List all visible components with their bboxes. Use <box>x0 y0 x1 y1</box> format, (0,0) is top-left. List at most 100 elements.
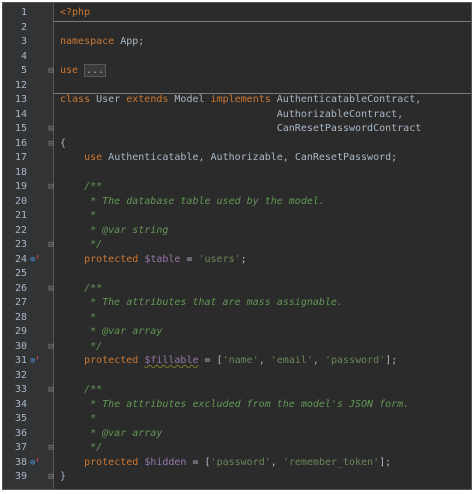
code-line[interactable]: 16 ⊟ { <box>3 137 471 152</box>
code-token: /** <box>60 181 103 192</box>
code-text: /** <box>60 383 471 398</box>
code-text: protected $table = 'users'; <box>60 253 471 268</box>
code-token: } <box>60 471 67 482</box>
override-marker-icon[interactable]: ⊚↑ <box>30 354 42 369</box>
code-text: */ <box>60 238 471 253</box>
line-number: 1 <box>20 7 27 18</box>
code-token: extends <box>126 94 169 105</box>
code-token: 'password' <box>210 456 271 468</box>
code-token: <?php <box>60 7 91 18</box>
code-line[interactable]: 32 <box>3 369 471 384</box>
line-number: 38 <box>14 456 27 468</box>
code-line[interactable]: 27 * The attributes that are mass assign… <box>3 296 471 311</box>
code-line[interactable]: 22 * @var string <box>3 224 471 239</box>
code-line[interactable]: 33 ⊟ /** <box>3 383 471 398</box>
code-line[interactable]: 36 * @var array <box>3 427 471 442</box>
code-line[interactable]: 24 ⊚↑ protected $table = 'users'; <box>3 253 471 268</box>
code-token: * The database table used by the model. <box>60 195 325 207</box>
code-token: , <box>312 355 325 366</box>
code-line[interactable]: 39 ⊟} <box>3 470 471 485</box>
code-line[interactable]: 3 namespace App; <box>3 35 471 50</box>
fold-toggle-icon[interactable]: ⊟ <box>47 282 55 297</box>
line-number: 3 <box>20 36 27 47</box>
line-number: 32 <box>14 369 27 381</box>
code-token: 'password' <box>324 355 386 366</box>
code-line[interactable]: 18 <box>3 166 471 181</box>
code-text: CanResetPasswordContract <box>60 122 471 137</box>
code-line[interactable]: 21 * <box>3 209 471 224</box>
fold-toggle-icon[interactable]: ⊟ <box>47 180 55 195</box>
line-number: 20 <box>14 195 27 207</box>
code-token: ... <box>84 64 107 77</box>
code-editor[interactable]: 1 <?php 2 3 namespace App; 4 5 ⊟ use ... 12 13 clas… <box>2 2 472 490</box>
code-token: /** <box>60 384 103 395</box>
code-token: protected <box>84 253 139 265</box>
fold-toggle-icon[interactable]: ⊟ <box>47 383 55 398</box>
code-line[interactable]: 26 ⊟ /** <box>3 282 471 297</box>
fold-toggle-icon[interactable]: ⊟ <box>47 137 55 152</box>
code-token: $table <box>144 253 181 265</box>
fold-toggle-icon[interactable]: ⊟ <box>47 122 55 137</box>
fold-toggle-icon[interactable]: ⊟ <box>47 238 55 253</box>
code-line[interactable]: 19 ⊟ /** <box>3 180 471 195</box>
code-line[interactable]: 1 <?php <box>3 6 471 21</box>
code-token: , <box>258 355 271 366</box>
code-line[interactable]: 4 <box>3 50 471 65</box>
code-line[interactable]: 25 <box>3 267 471 282</box>
code-text: AuthorizableContract, <box>60 108 471 123</box>
line-number: 29 <box>14 326 27 337</box>
code-line[interactable]: 37 ⊟ */ <box>3 441 471 456</box>
code-line[interactable]: 15 ⊟ CanResetPasswordContract <box>3 122 471 137</box>
code-text: protected $fillable = ['name', 'email', … <box>60 354 471 369</box>
fold-toggle-icon[interactable]: ⊟ <box>47 64 55 79</box>
code-text: } <box>60 470 471 485</box>
code-token: * @var string <box>60 224 169 236</box>
override-marker-icon[interactable]: ⊚↑ <box>30 253 42 268</box>
code-token: * @var array <box>60 427 163 439</box>
code-text: class User extends Model implements Auth… <box>60 93 471 108</box>
code-line[interactable]: 2 <box>3 21 471 36</box>
code-line[interactable]: 17 use Authenticatable, Authorizable, Ca… <box>3 151 471 166</box>
line-number: 28 <box>14 311 27 323</box>
code-token: use <box>60 65 79 76</box>
line-number: 15 <box>14 123 27 134</box>
fold-toggle-icon[interactable]: ⊟ <box>47 340 55 355</box>
code-text: use Authenticatable, Authorizable, CanRe… <box>60 151 471 166</box>
fold-toggle-icon[interactable]: ⊟ <box>47 470 55 485</box>
line-number: 13 <box>14 94 27 105</box>
code-token: , <box>270 456 283 468</box>
code-text: use ... <box>60 64 471 79</box>
code-text: * The attributes excluded from the model… <box>60 398 471 413</box>
code-text: * The database table used by the model. <box>60 195 471 210</box>
line-number: 30 <box>14 340 27 352</box>
code-token: 'remember_token' <box>282 456 380 468</box>
code-line[interactable]: 35 * <box>3 412 471 427</box>
code-token: $fillable <box>144 355 199 366</box>
code-text: * <box>60 412 471 427</box>
code-line[interactable]: 30 ⊟ */ <box>3 340 471 355</box>
code-token: use <box>84 152 103 163</box>
code-line[interactable]: 38 ⊚↑ protected $hidden = ['password', 'r… <box>3 456 471 471</box>
code-token: = [ <box>186 456 211 468</box>
code-line[interactable]: 28 * <box>3 311 471 326</box>
code-token: implements <box>210 94 271 105</box>
code-line[interactable]: 34 * The attributes excluded from the mo… <box>3 398 471 413</box>
code-line[interactable]: 5 ⊟ use ... <box>3 64 471 79</box>
code-line[interactable]: 29 * @var array <box>3 325 471 340</box>
code-line[interactable]: 20 * The database table used by the mode… <box>3 195 471 210</box>
code-line[interactable]: 13 class User extends Model implements Au… <box>3 93 471 108</box>
code-text: /** <box>60 282 471 297</box>
fold-toggle-icon[interactable]: ⊟ <box>47 441 55 456</box>
line-number: 4 <box>20 50 27 62</box>
code-token: User <box>90 94 127 105</box>
line-number: 27 <box>14 297 27 308</box>
code-token: CanResetPasswordContract <box>60 123 422 134</box>
code-line[interactable]: 14 AuthorizableContract, <box>3 108 471 123</box>
override-marker-icon[interactable]: ⊚↑ <box>30 456 42 471</box>
code-token: Authenticatable, Authorizable, CanResetP… <box>102 152 398 163</box>
code-token: */ <box>60 442 103 453</box>
code-line[interactable]: 23 ⊟ */ <box>3 238 471 253</box>
code-text: { <box>60 137 471 152</box>
code-line[interactable]: 12 <box>3 79 471 94</box>
code-line[interactable]: 31 ⊚↑ protected $fillable = ['name', 'ema… <box>3 354 471 369</box>
